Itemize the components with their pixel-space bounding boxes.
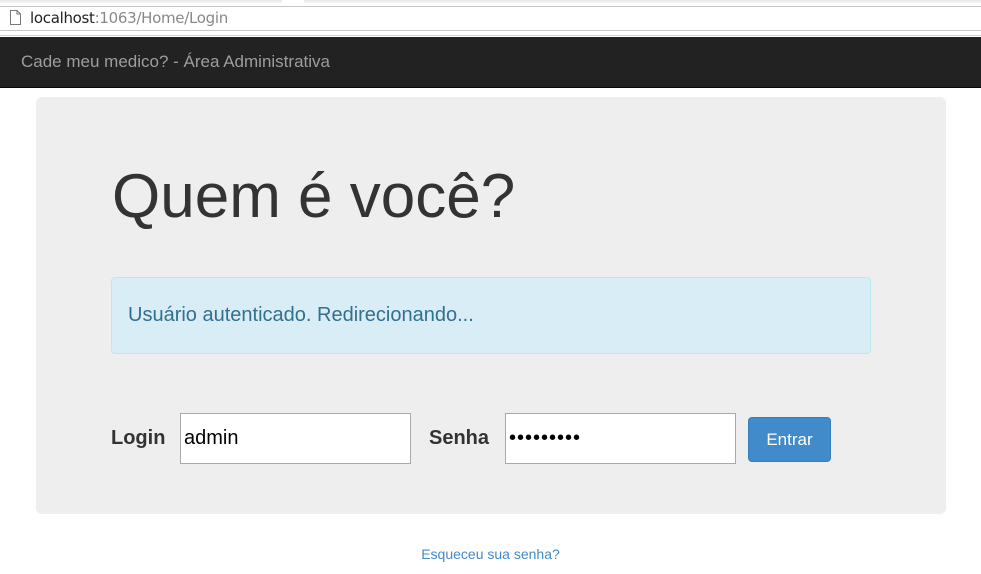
browser-tab-strip	[0, 0, 981, 3]
login-panel: Quem é você? Usuário autenticado. Redire…	[36, 97, 946, 514]
senha-label: Senha	[429, 427, 490, 449]
entrar-button[interactable]: Entrar	[748, 417, 831, 462]
senha-input[interactable]	[505, 413, 736, 464]
login-label: Login	[111, 427, 166, 449]
alert-message: Usuário autenticado. Redirecionando...	[128, 304, 474, 326]
forgot-password-link[interactable]: Esqueceu sua senha?	[0, 545, 981, 563]
browser-address-bar: localhost:1063/Home/Login	[0, 0, 981, 36]
navbar-brand[interactable]: Cade meu medico? - Área Administrativa	[21, 52, 330, 72]
page-title: Quem é você?	[112, 162, 516, 231]
url-path: :1063/Home/Login	[94, 9, 229, 27]
url-text[interactable]: localhost:1063/Home/Login	[30, 8, 228, 28]
url-field[interactable]: localhost:1063/Home/Login	[0, 6, 981, 31]
status-alert: Usuário autenticado. Redirecionando...	[111, 277, 871, 354]
navbar: Cade meu medico? - Área Administrativa	[0, 37, 981, 88]
url-host: localhost	[30, 9, 95, 27]
login-input[interactable]	[180, 413, 411, 464]
page-icon	[10, 10, 21, 25]
